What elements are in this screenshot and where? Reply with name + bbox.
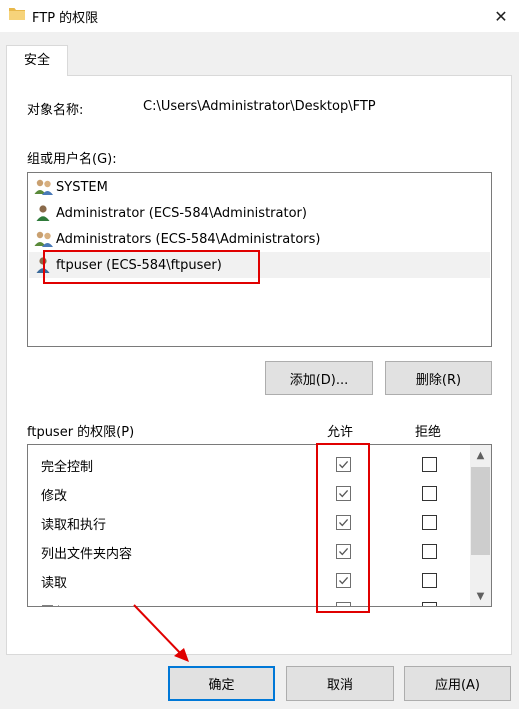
- groups-label: 组或用户名(G):: [27, 152, 117, 167]
- object-name-label: 对象名称:: [27, 103, 84, 118]
- list-item[interactable]: SYSTEM: [29, 174, 490, 200]
- deny-column-header: 拒绝: [415, 425, 442, 440]
- cancel-button[interactable]: 取消: [286, 666, 394, 701]
- group-users-icon: [34, 179, 53, 195]
- deny-checkbox[interactable]: [422, 602, 437, 606]
- permissions-label: ftpuser 的权限(P): [27, 425, 135, 440]
- permission-row: 读取和执行: [28, 508, 473, 537]
- user-icon: [36, 205, 50, 221]
- remove-button[interactable]: 删除(R): [385, 361, 492, 395]
- list-item[interactable]: Administrators (ECS-584\Administrators): [29, 226, 490, 252]
- permission-row: 完全控制: [28, 450, 473, 479]
- permission-row: 读取: [28, 566, 473, 595]
- folder-icon: [9, 8, 25, 20]
- add-button[interactable]: 添加(D)...: [265, 361, 373, 395]
- close-icon: ✕: [494, 6, 508, 26]
- permission-row: 写入: [28, 595, 473, 606]
- chevron-up-icon[interactable]: ▲: [470, 445, 491, 465]
- ok-button[interactable]: 确定: [168, 666, 275, 701]
- list-item[interactable]: Administrator (ECS-584\Administrator): [29, 200, 490, 226]
- deny-checkbox[interactable]: [422, 573, 437, 588]
- chevron-down-icon[interactable]: ▼: [470, 586, 491, 606]
- permission-name: 列出文件夹内容: [41, 547, 133, 562]
- deny-checkbox[interactable]: [422, 457, 437, 472]
- permission-name: 修改: [41, 489, 68, 504]
- object-name-value: C:\Users\Administrator\Desktop\FTP: [143, 99, 376, 114]
- group-users-icon: [34, 231, 53, 247]
- deny-checkbox[interactable]: [422, 544, 437, 559]
- permission-row: 修改: [28, 479, 473, 508]
- permission-name: 读取: [41, 576, 68, 591]
- deny-checkbox[interactable]: [422, 515, 437, 530]
- user-name: Administrator (ECS-584\Administrator): [56, 205, 307, 221]
- permissions-list: 完全控制 修改 读取和执行 列出文件夹内容 读取 写入: [27, 444, 492, 607]
- deny-checkbox[interactable]: [422, 486, 437, 501]
- window-title: FTP 的权限: [32, 11, 99, 26]
- permission-name: 完全控制: [41, 460, 94, 475]
- title-bar: FTP 的权限 ✕: [0, 0, 519, 32]
- user-name: Administrators (ECS-584\Administrators): [56, 231, 321, 247]
- allow-column-annotation: [316, 443, 370, 613]
- close-button[interactable]: ✕: [483, 0, 519, 32]
- permission-row: 列出文件夹内容: [28, 537, 473, 566]
- permission-name: 写入: [41, 601, 67, 606]
- permission-name: 读取和执行: [41, 518, 107, 533]
- apply-button[interactable]: 应用(A): [404, 666, 511, 701]
- user-name: SYSTEM: [56, 179, 108, 195]
- scrollbar-thumb[interactable]: [471, 467, 490, 555]
- tab-security[interactable]: 安全: [6, 45, 68, 76]
- selected-user-annotation: [43, 250, 260, 284]
- allow-column-header: 允许: [327, 425, 354, 440]
